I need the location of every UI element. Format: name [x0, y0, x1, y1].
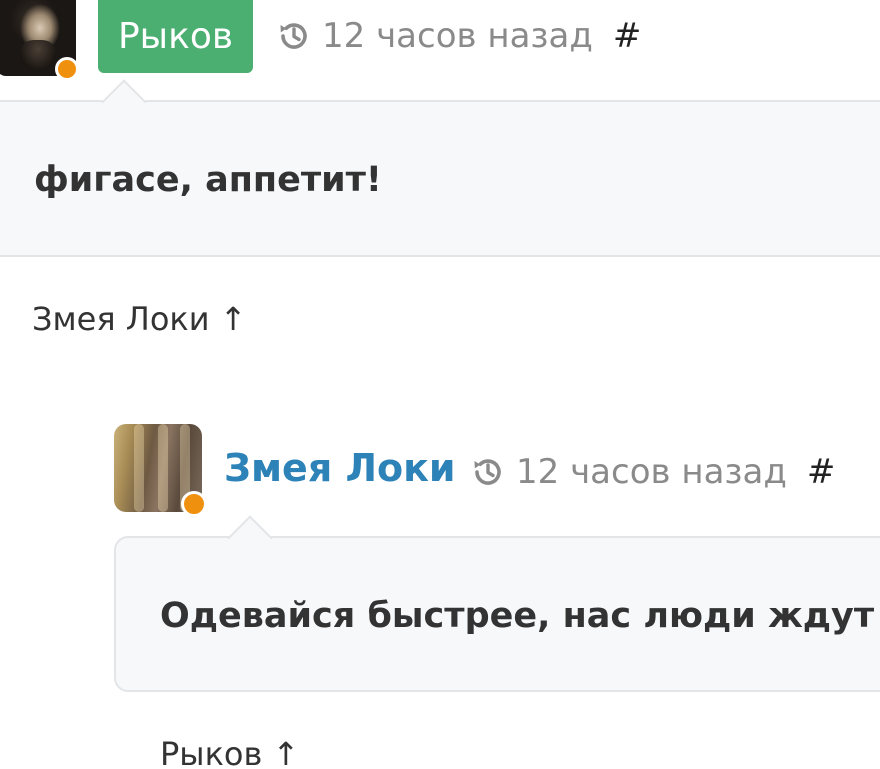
- comment-time: 12 часов назад: [516, 452, 787, 492]
- comment-permalink[interactable]: #: [613, 16, 642, 56]
- history-icon: [280, 23, 307, 49]
- comment-author-badge[interactable]: Рыков: [98, 0, 253, 73]
- comment-meta: 12 часов назад #: [468, 450, 835, 494]
- comment-meta: 12 часов назад #: [274, 14, 641, 58]
- comment-permalink[interactable]: #: [807, 452, 836, 492]
- comment-text: фигасе, аппетит!: [34, 160, 382, 200]
- comments-thread: Рыков 12 часов назад # фигасе, аппетит! …: [0, 0, 880, 769]
- comment-author-link[interactable]: Змея Локи: [224, 446, 456, 490]
- comment-text: Одевайся быстрее, нас люди ждут: [160, 596, 875, 636]
- avatar-photo-detail: [134, 424, 144, 512]
- status-dot: [181, 491, 207, 517]
- avatar-photo-detail: [20, 40, 56, 70]
- avatar-photo-detail: [158, 424, 168, 512]
- history-icon: [474, 459, 501, 485]
- reply-to-link[interactable]: Змея Локи ↑: [32, 300, 247, 338]
- comment-time: 12 часов назад: [322, 16, 593, 56]
- status-dot: [55, 57, 79, 81]
- reply-to-link[interactable]: Рыков ↑: [160, 735, 299, 769]
